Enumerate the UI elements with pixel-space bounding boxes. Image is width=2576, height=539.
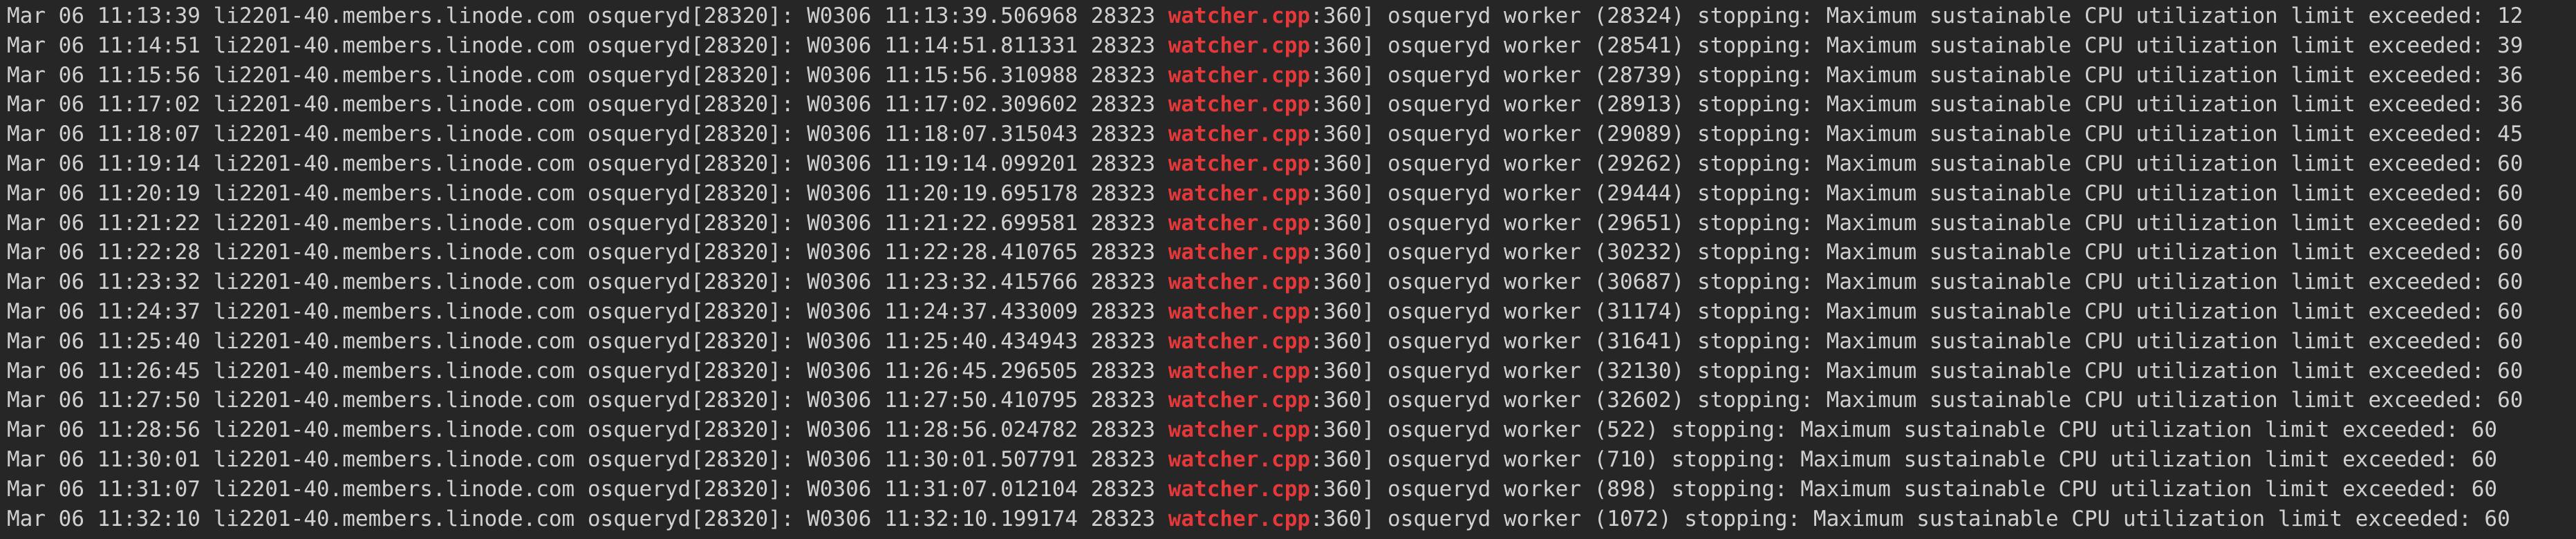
log-line-message: :360] osqueryd worker (28913) stopping: … bbox=[1310, 92, 2523, 117]
log-line-message: :360] osqueryd worker (29262) stopping: … bbox=[1310, 151, 2523, 176]
log-line-message: :360] osqueryd worker (31174) stopping: … bbox=[1310, 299, 2523, 324]
log-line: Mar 06 11:14:51 li2201-40.members.linode… bbox=[7, 31, 2576, 61]
log-line-message: :360] osqueryd worker (898) stopping: Ma… bbox=[1310, 476, 2498, 502]
log-line-prefix: Mar 06 11:23:32 li2201-40.members.linode… bbox=[7, 270, 1168, 295]
log-line: Mar 06 11:18:07 li2201-40.members.linode… bbox=[7, 120, 2576, 149]
log-line-message: :360] osqueryd worker (28541) stopping: … bbox=[1310, 32, 2523, 58]
log-line-source-file: watcher.cpp bbox=[1168, 270, 1311, 295]
log-line-prefix: Mar 06 11:28:56 li2201-40.members.linode… bbox=[7, 417, 1168, 443]
log-line: Mar 06 11:23:32 li2201-40.members.linode… bbox=[7, 267, 2576, 297]
log-line-source-file: watcher.cpp bbox=[1168, 446, 1311, 472]
log-line-message: :360] osqueryd worker (28739) stopping: … bbox=[1310, 62, 2523, 88]
log-line: Mar 06 11:31:07 li2201-40.members.linode… bbox=[7, 475, 2576, 504]
log-line-prefix: Mar 06 11:15:56 li2201-40.members.linode… bbox=[7, 62, 1168, 88]
log-line-message: :360] osqueryd worker (29444) stopping: … bbox=[1310, 180, 2523, 206]
log-line-source-file: watcher.cpp bbox=[1168, 299, 1311, 324]
log-line-source-file: watcher.cpp bbox=[1168, 240, 1311, 265]
log-line-source-file: watcher.cpp bbox=[1168, 122, 1311, 147]
log-line-source-file: watcher.cpp bbox=[1168, 32, 1311, 58]
log-line: Mar 06 11:25:40 li2201-40.members.linode… bbox=[7, 327, 2576, 357]
log-line: Mar 06 11:21:22 li2201-40.members.linode… bbox=[7, 209, 2576, 238]
log-line: Mar 06 11:22:28 li2201-40.members.linode… bbox=[7, 238, 2576, 267]
log-line-prefix: Mar 06 11:22:28 li2201-40.members.linode… bbox=[7, 240, 1168, 265]
log-line-prefix: Mar 06 11:27:50 li2201-40.members.linode… bbox=[7, 388, 1168, 413]
log-line: Mar 06 11:26:45 li2201-40.members.linode… bbox=[7, 357, 2576, 386]
log-line-source-file: watcher.cpp bbox=[1168, 151, 1311, 176]
log-line: Mar 06 11:20:19 li2201-40.members.linode… bbox=[7, 179, 2576, 209]
log-line-message: :360] osqueryd worker (32130) stopping: … bbox=[1310, 358, 2523, 384]
log-line-message: :360] osqueryd worker (30232) stopping: … bbox=[1310, 240, 2523, 265]
log-line-prefix: Mar 06 11:30:01 li2201-40.members.linode… bbox=[7, 446, 1168, 472]
log-line-message: :360] osqueryd worker (29089) stopping: … bbox=[1310, 122, 2523, 147]
log-line-source-file: watcher.cpp bbox=[1168, 328, 1311, 354]
log-line-source-file: watcher.cpp bbox=[1168, 180, 1311, 206]
log-line-prefix: Mar 06 11:17:02 li2201-40.members.linode… bbox=[7, 92, 1168, 117]
log-line-prefix: Mar 06 11:31:07 li2201-40.members.linode… bbox=[7, 476, 1168, 502]
log-line-prefix: Mar 06 11:19:14 li2201-40.members.linode… bbox=[7, 151, 1168, 176]
log-line-source-file: watcher.cpp bbox=[1168, 358, 1311, 384]
log-line-prefix: Mar 06 11:25:40 li2201-40.members.linode… bbox=[7, 328, 1168, 354]
log-line: Mar 06 11:17:02 li2201-40.members.linode… bbox=[7, 90, 2576, 120]
log-line-message: :360] osqueryd worker (30687) stopping: … bbox=[1310, 270, 2523, 295]
log-line-message: :360] osqueryd worker (31641) stopping: … bbox=[1310, 328, 2523, 354]
log-line-source-file: watcher.cpp bbox=[1168, 476, 1311, 502]
log-line-prefix: Mar 06 11:32:10 li2201-40.members.linode… bbox=[7, 506, 1168, 531]
log-line: Mar 06 11:13:39 li2201-40.members.linode… bbox=[7, 1, 2576, 31]
log-line-message: :360] osqueryd worker (522) stopping: Ma… bbox=[1310, 417, 2498, 443]
log-line-message: :360] osqueryd worker (32602) stopping: … bbox=[1310, 388, 2523, 413]
log-line: Mar 06 11:15:56 li2201-40.members.linode… bbox=[7, 61, 2576, 91]
log-line: Mar 06 11:27:50 li2201-40.members.linode… bbox=[7, 386, 2576, 415]
log-line-source-file: watcher.cpp bbox=[1168, 62, 1311, 88]
log-line-prefix: Mar 06 11:24:37 li2201-40.members.linode… bbox=[7, 299, 1168, 324]
log-line-message: :360] osqueryd worker (1072) stopping: M… bbox=[1310, 506, 2510, 531]
log-line: Mar 06 11:28:56 li2201-40.members.linode… bbox=[7, 415, 2576, 445]
log-line-prefix: Mar 06 11:26:45 li2201-40.members.linode… bbox=[7, 358, 1168, 384]
log-line-prefix: Mar 06 11:14:51 li2201-40.members.linode… bbox=[7, 32, 1168, 58]
log-line-message: :360] osqueryd worker (29651) stopping: … bbox=[1310, 210, 2523, 236]
log-line-source-file: watcher.cpp bbox=[1168, 92, 1311, 117]
log-line: Mar 06 11:30:01 li2201-40.members.linode… bbox=[7, 445, 2576, 475]
log-line-prefix: Mar 06 11:20:19 li2201-40.members.linode… bbox=[7, 180, 1168, 206]
log-line-prefix: Mar 06 11:18:07 li2201-40.members.linode… bbox=[7, 122, 1168, 147]
log-line-prefix: Mar 06 11:13:39 li2201-40.members.linode… bbox=[7, 3, 1168, 28]
log-line-source-file: watcher.cpp bbox=[1168, 388, 1311, 413]
log-line: Mar 06 11:19:14 li2201-40.members.linode… bbox=[7, 149, 2576, 179]
log-line-prefix: Mar 06 11:21:22 li2201-40.members.linode… bbox=[7, 210, 1168, 236]
log-line-source-file: watcher.cpp bbox=[1168, 417, 1311, 443]
log-line-message: :360] osqueryd worker (28324) stopping: … bbox=[1310, 3, 2523, 28]
log-line-source-file: watcher.cpp bbox=[1168, 3, 1311, 28]
log-line: Mar 06 11:24:37 li2201-40.members.linode… bbox=[7, 297, 2576, 327]
log-line-message: :360] osqueryd worker (710) stopping: Ma… bbox=[1310, 446, 2498, 472]
terminal-output[interactable]: Mar 06 11:13:39 li2201-40.members.linode… bbox=[0, 0, 2576, 539]
log-line: Mar 06 11:32:10 li2201-40.members.linode… bbox=[7, 504, 2576, 534]
log-line-source-file: watcher.cpp bbox=[1168, 210, 1311, 236]
log-line-source-file: watcher.cpp bbox=[1168, 506, 1311, 531]
